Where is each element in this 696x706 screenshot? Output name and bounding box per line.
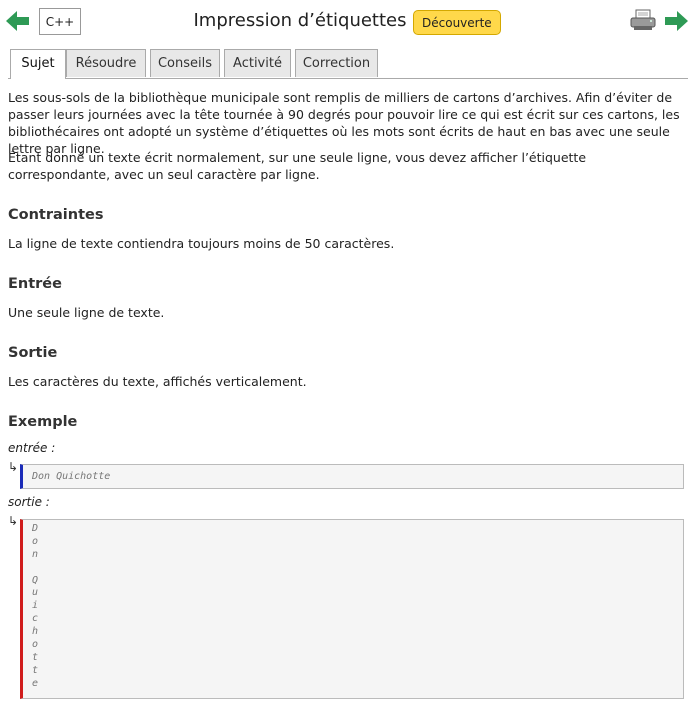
output-line: o bbox=[32, 535, 39, 547]
example-input-value: Don Quichotte bbox=[32, 471, 111, 482]
difficulty-badge: Découverte bbox=[413, 10, 501, 35]
tab-conseils[interactable]: Conseils bbox=[150, 49, 220, 77]
example-heading: Exemple bbox=[8, 414, 78, 430]
example-input-label: entrée : bbox=[8, 441, 56, 455]
output-line: i bbox=[32, 600, 39, 612]
statement-paragraph-1: Les sous-sols de la bibliothèque municip… bbox=[8, 90, 680, 156]
output-line: t bbox=[32, 664, 39, 676]
output-line: e bbox=[32, 677, 39, 689]
example-output-box: D o n Q u i c h o t t e bbox=[20, 519, 684, 699]
output-line: D bbox=[32, 523, 39, 534]
tab-resoudre[interactable]: Résoudre bbox=[66, 49, 146, 77]
top-bar: C++ Impression d’étiquettes Découverte bbox=[0, 0, 696, 44]
tab-bar: Sujet Résoudre Conseils Activité Correct… bbox=[8, 49, 688, 79]
output-line: n bbox=[32, 548, 39, 560]
output-line: u bbox=[32, 587, 39, 599]
arrow-right-icon[interactable] bbox=[664, 10, 688, 32]
language-button[interactable]: C++ bbox=[39, 8, 81, 35]
output-line: c bbox=[32, 613, 39, 625]
output-text: Les caractères du texte, affichés vertic… bbox=[8, 374, 307, 389]
tab-activite[interactable]: Activité bbox=[224, 49, 291, 77]
page-title: Impression d’étiquettes bbox=[193, 10, 407, 31]
statement-paragraph-2: Étant donné un texte écrit normalement, … bbox=[8, 150, 587, 182]
arrow-left-icon[interactable] bbox=[6, 10, 30, 32]
input-text: Une seule ligne de texte. bbox=[8, 305, 165, 320]
output-arrow-icon: ↳ bbox=[8, 514, 19, 528]
output-line: Q bbox=[32, 574, 39, 586]
printer-icon[interactable] bbox=[630, 9, 656, 31]
input-heading: Entrée bbox=[8, 276, 62, 292]
output-line: o bbox=[32, 639, 39, 651]
constraints-heading: Contraintes bbox=[8, 207, 104, 223]
example-output-label: sortie : bbox=[8, 495, 50, 509]
tab-sujet[interactable]: Sujet bbox=[10, 49, 66, 79]
output-heading: Sortie bbox=[8, 345, 58, 361]
example-input-box: Don Quichotte bbox=[20, 464, 684, 489]
constraints-text: La ligne de texte contiendra toujours mo… bbox=[8, 236, 395, 251]
tab-correction[interactable]: Correction bbox=[295, 49, 378, 77]
output-line: h bbox=[32, 626, 39, 638]
output-line: t bbox=[32, 651, 39, 663]
input-arrow-icon: ↳ bbox=[8, 460, 19, 474]
